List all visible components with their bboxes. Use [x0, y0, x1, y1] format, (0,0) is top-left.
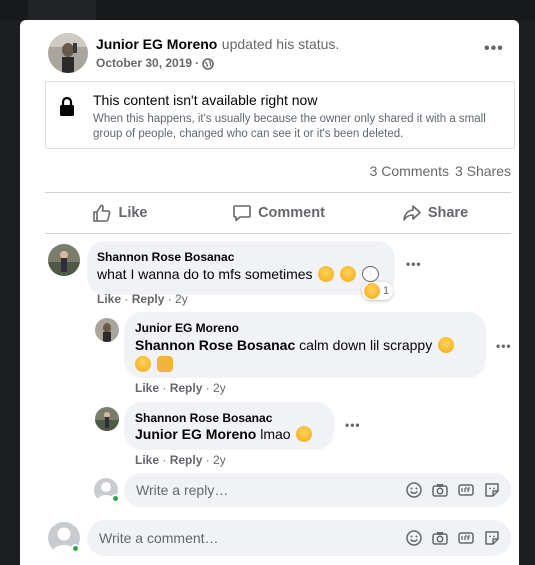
- reply-bubble: Shannon Rose Bosanac Junior EG Moreno lm…: [124, 402, 334, 450]
- reply-more-button[interactable]: •••: [496, 339, 512, 353]
- reaction-count: 1: [383, 285, 390, 297]
- reaction-badge[interactable]: 1: [362, 282, 394, 300]
- reply-text: calm down lil scrappy: [299, 337, 433, 353]
- comment-label: Comment: [258, 205, 325, 221]
- shares-count[interactable]: 3 Shares: [455, 163, 511, 179]
- reply-text: lmao: [260, 426, 291, 442]
- reply-author-avatar[interactable]: [95, 407, 119, 431]
- reply-input-tools: [405, 481, 511, 499]
- reply-age[interactable]: 2y: [213, 381, 226, 395]
- comment-author[interactable]: Shannon Rose Bosanac: [97, 250, 234, 264]
- online-status-dot: [111, 494, 120, 503]
- divider-top: [45, 192, 511, 193]
- comment-bubble: Shannon Rose Bosanac what I wanna do to …: [87, 241, 395, 295]
- comment-like-link[interactable]: Like: [97, 292, 121, 306]
- share-label: Share: [427, 205, 469, 221]
- post-stats: 3 Comments 3 Shares: [370, 163, 511, 179]
- camera-icon[interactable]: [431, 481, 449, 499]
- post-action-text: updated his status.: [221, 36, 340, 52]
- reply-mention[interactable]: Junior EG Moreno: [135, 426, 256, 442]
- top-bar-shade: [28, 0, 96, 20]
- post-date[interactable]: October 30, 2019: [96, 56, 192, 70]
- emoji-icon[interactable]: [405, 481, 423, 499]
- like-label: Like: [118, 205, 148, 221]
- drooling-emoji-icon: [340, 266, 357, 282]
- sticker-icon[interactable]: [483, 529, 501, 547]
- unavailable-content-notice: This content isn't available right now W…: [45, 81, 515, 149]
- gif-icon[interactable]: [457, 529, 475, 547]
- comments-count[interactable]: 3 Comments: [370, 163, 449, 179]
- comment-more-button[interactable]: •••: [406, 257, 422, 271]
- flexed-bicep-icon: [156, 356, 173, 372]
- comment-age[interactable]: 2y: [175, 292, 188, 306]
- lock-icon: [59, 96, 75, 116]
- grimace-emoji-icon: [318, 266, 335, 282]
- reply-text-line: Junior EG Moreno lmao: [135, 425, 313, 444]
- reply-age[interactable]: 2y: [213, 453, 226, 467]
- reply-meta: Like · Reply · 2y: [135, 453, 226, 467]
- eyes-emoji-icon: [362, 266, 380, 282]
- gif-icon[interactable]: [457, 481, 475, 499]
- reply-input-box[interactable]: [124, 473, 511, 507]
- comment-input-box[interactable]: [87, 520, 511, 556]
- notice-title: This content isn't available right now: [93, 92, 318, 108]
- share-icon: [402, 203, 422, 223]
- reply-author[interactable]: Shannon Rose Bosanac: [135, 411, 272, 425]
- laughing-emoji-icon: [296, 426, 313, 442]
- reply-meta: Like · Reply · 2y: [135, 381, 226, 395]
- share-button[interactable]: Share: [395, 196, 475, 230]
- comment-icon: [232, 203, 252, 223]
- comment-meta: Like · Reply · 2y: [97, 292, 188, 306]
- post-header-line: Junior EG Moreno updated his status.: [96, 36, 339, 54]
- post-card: Junior EG Moreno updated his status. Oct…: [20, 20, 519, 565]
- reply-author[interactable]: Junior EG Moreno: [135, 321, 239, 335]
- comment-reply-link[interactable]: Reply: [132, 292, 165, 306]
- reply-bubble: Junior EG Moreno Shannon Rose Bosanac ca…: [124, 312, 486, 378]
- reply-text-line: Shannon Rose Bosanac calm down lil scrap…: [135, 336, 480, 374]
- comment-text-line: what I wanna do to mfs sometimes: [97, 265, 380, 284]
- top-bar: [0, 0, 535, 20]
- comment-button[interactable]: Comment: [226, 196, 331, 230]
- notice-body: When this happens, it's usually because …: [93, 113, 486, 140]
- reply-reply-link[interactable]: Reply: [170, 381, 203, 395]
- divider-bottom: [45, 233, 511, 234]
- reply-like-link[interactable]: Like: [135, 453, 159, 467]
- like-button[interactable]: Like: [80, 196, 160, 230]
- post-meta: October 30, 2019 ·: [96, 56, 214, 70]
- comment-input[interactable]: [87, 530, 405, 546]
- online-status-dot: [71, 544, 80, 553]
- laughing-emoji-icon: [438, 337, 455, 353]
- comment-input-tools: [405, 529, 511, 547]
- commenter-avatar[interactable]: [48, 244, 80, 276]
- thumbs-up-icon: [92, 203, 112, 223]
- author-avatar[interactable]: [48, 33, 88, 73]
- reply-like-link[interactable]: Like: [135, 381, 159, 395]
- laughing-emoji-icon: [135, 356, 151, 372]
- emoji-icon[interactable]: [405, 529, 423, 547]
- reply-more-button[interactable]: •••: [345, 418, 361, 432]
- camera-icon[interactable]: [431, 529, 449, 547]
- reply-reply-link[interactable]: Reply: [170, 453, 203, 467]
- globe-icon: [202, 57, 214, 70]
- meta-separator: ·: [195, 56, 200, 70]
- reply-author-avatar[interactable]: [95, 318, 119, 342]
- reply-input[interactable]: [124, 482, 405, 498]
- post-more-button[interactable]: •••: [484, 40, 504, 58]
- post-author-name[interactable]: Junior EG Moreno: [96, 36, 217, 52]
- comment-text: what I wanna do to mfs sometimes: [97, 266, 313, 282]
- laughing-reaction-icon: [364, 283, 380, 299]
- reply-mention[interactable]: Shannon Rose Bosanac: [135, 337, 295, 353]
- sticker-icon[interactable]: [483, 481, 501, 499]
